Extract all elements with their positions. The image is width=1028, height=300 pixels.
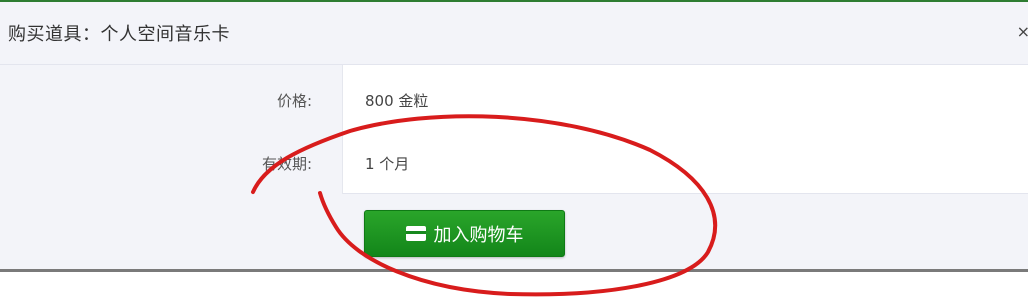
- dialog-footer: 加入购物车: [0, 194, 1028, 269]
- dialog-title: 购买道具：个人空间音乐卡: [8, 24, 230, 45]
- label-column: 价格: 有效期:: [0, 65, 343, 194]
- validity-label: 有效期:: [261, 155, 312, 173]
- card-icon: [405, 226, 426, 241]
- close-icon[interactable]: ×: [1017, 22, 1028, 41]
- dialog-header: 购买道具：个人空间音乐卡 ×: [0, 2, 1028, 65]
- add-to-cart-button[interactable]: 加入购物车: [364, 210, 565, 257]
- price-value: 800 金粒: [365, 92, 429, 110]
- purchase-dialog: 购买道具：个人空间音乐卡 × 价格: 有效期: 800 金粒 1 个月 加入购物…: [0, 2, 1028, 272]
- item-info-table: 价格: 有效期: 800 金粒 1 个月: [0, 65, 1028, 194]
- validity-value: 1 个月: [365, 155, 410, 173]
- value-column: 800 金粒 1 个月: [343, 65, 1028, 194]
- price-label: 价格:: [276, 92, 312, 110]
- add-to-cart-label: 加入购物车: [433, 224, 524, 246]
